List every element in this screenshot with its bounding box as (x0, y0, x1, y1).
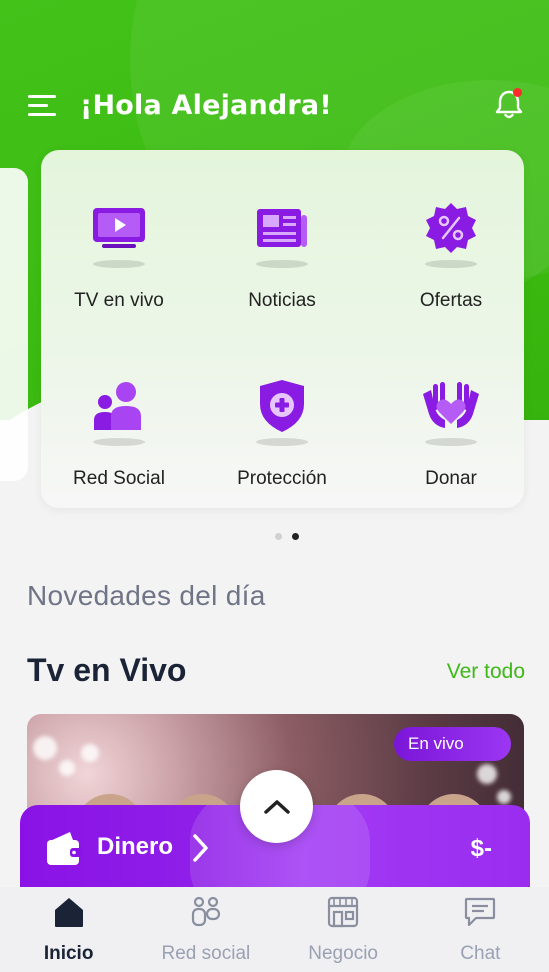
chevron-right-icon (190, 833, 210, 863)
quick-item-offers[interactable]: Ofertas (376, 162, 526, 312)
store-icon (326, 895, 360, 929)
quick-item-label: Protección (237, 468, 327, 489)
nav-label: Red social (161, 943, 251, 964)
page-dot-active[interactable] (292, 533, 299, 540)
quick-access-card: TV en vivo Noticias Ofertas Red Social P… (41, 150, 524, 508)
home-icon (52, 895, 86, 929)
expand-up-button[interactable] (240, 770, 313, 843)
see-all-link[interactable]: Ver todo (447, 660, 525, 684)
heart-hands-icon (418, 378, 484, 434)
bottom-navigation: Inicio Red social Negocio Chat (0, 887, 549, 972)
quick-item-label: TV en vivo (74, 290, 164, 311)
social-icon (189, 895, 223, 929)
quick-item-tv[interactable]: TV en vivo (44, 162, 194, 312)
shield-plus-icon (249, 378, 315, 434)
quick-item-protection[interactable]: Protección (207, 340, 357, 490)
tv-icon (86, 200, 152, 256)
nav-item-chat[interactable]: Chat (412, 887, 549, 972)
nav-label: Negocio (308, 943, 378, 964)
previous-card-peek[interactable] (0, 168, 28, 481)
quick-item-donate[interactable]: Donar (376, 340, 526, 490)
live-badge: En vivo (394, 727, 511, 761)
greeting-title: ¡Hola Alejandra! (80, 89, 332, 121)
money-amount: $- (470, 835, 492, 862)
news-section-title: Novedades del día (27, 580, 266, 611)
nav-item-social[interactable]: Red social (137, 887, 274, 972)
bell-icon[interactable] (494, 88, 524, 120)
newspaper-icon (249, 200, 315, 256)
quick-item-social[interactable]: Red Social (44, 340, 194, 490)
nav-label: Inicio (43, 943, 94, 964)
chat-icon (463, 895, 497, 929)
nav-item-home[interactable]: Inicio (0, 887, 137, 972)
top-bar: ¡Hola Alejandra! (28, 82, 524, 128)
wallet-icon (46, 829, 82, 867)
money-label: Dinero (97, 833, 174, 860)
nav-label: Chat (460, 943, 501, 964)
hamburger-menu-icon[interactable] (28, 91, 60, 119)
people-icon (86, 378, 152, 434)
nav-item-business[interactable]: Negocio (275, 887, 412, 972)
carousel-pagination (275, 533, 299, 540)
quick-item-news[interactable]: Noticias (207, 162, 357, 312)
page-dot[interactable] (275, 533, 282, 540)
chevron-up-icon (263, 799, 290, 814)
quick-item-label: Noticias (248, 290, 316, 311)
quick-item-label: Ofertas (419, 290, 483, 311)
discount-badge-icon (418, 200, 484, 256)
quick-item-label: Red Social (73, 468, 165, 489)
tv-section-title: Tv en Vivo (27, 652, 187, 688)
quick-item-label: Donar (425, 468, 477, 489)
notification-dot (513, 88, 522, 97)
